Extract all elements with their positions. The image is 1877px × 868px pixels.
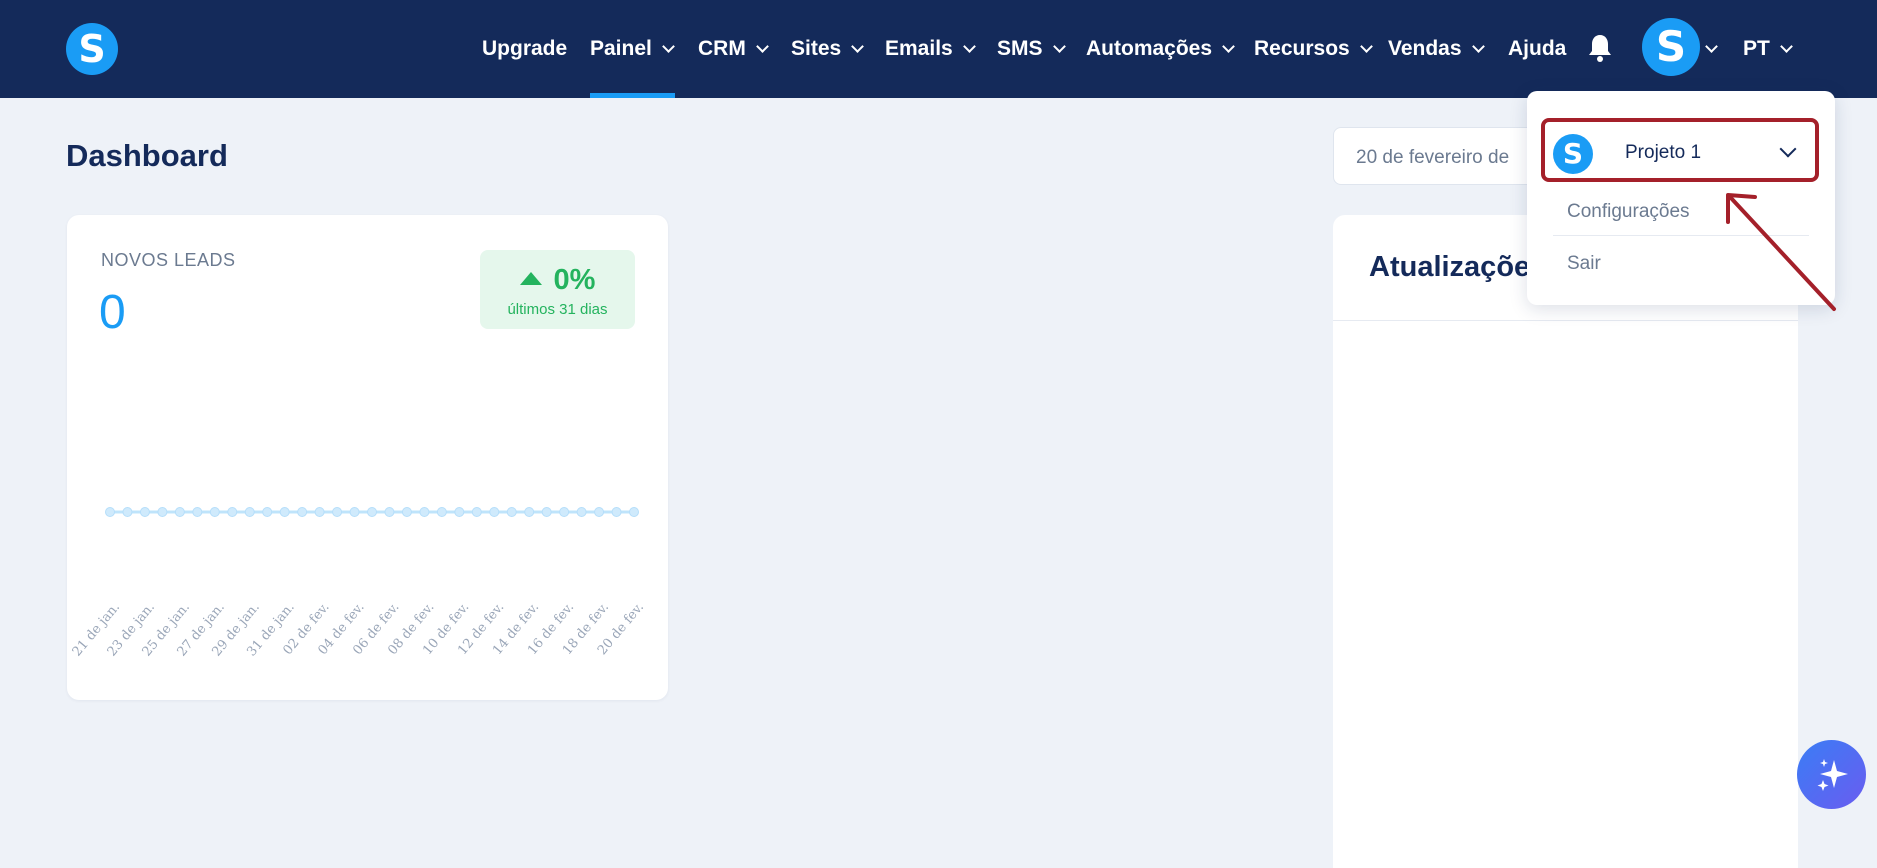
data-point[interactable]	[367, 507, 377, 517]
data-point[interactable]	[349, 507, 360, 517]
page-title: Dashboard	[66, 138, 228, 173]
data-point[interactable]	[262, 507, 273, 517]
nav-label: Painel	[590, 37, 652, 60]
data-point[interactable]	[436, 507, 447, 517]
new-leads-card: NOVOS LEADS 0 0% últimos 31 dias 21 de j…	[67, 215, 668, 700]
top-navigation-bar: S Upgrade Painel CRM Sites Emails SMS Au…	[0, 0, 1877, 98]
leads-line-chart: 21 de jan.23 de jan.25 de jan.27 de jan.…	[70, 507, 647, 659]
chevron-down-icon	[962, 39, 976, 53]
nav-label: Upgrade	[482, 37, 568, 60]
data-point[interactable]	[611, 507, 622, 517]
data-point[interactable]	[506, 507, 517, 517]
nav-label: Sites	[791, 37, 842, 60]
nav-sms[interactable]: SMS	[997, 0, 1066, 98]
data-point[interactable]	[192, 507, 203, 517]
date-range-text: 20 de fevereiro de	[1356, 147, 1510, 168]
data-point[interactable]	[541, 507, 552, 517]
chevron-down-icon	[851, 39, 865, 53]
highlight-box	[1541, 118, 1819, 182]
data-point[interactable]	[332, 507, 343, 517]
chevron-down-icon	[755, 39, 769, 53]
data-point[interactable]	[157, 507, 168, 517]
ai-assistant-button[interactable]	[1797, 740, 1866, 809]
nav-painel[interactable]: Painel	[590, 0, 675, 98]
data-point[interactable]	[576, 507, 587, 517]
nav-automacoes[interactable]: Automações	[1086, 0, 1235, 98]
data-point[interactable]	[471, 507, 482, 517]
data-point[interactable]	[629, 507, 639, 517]
nav-label: Vendas	[1388, 37, 1462, 60]
data-point[interactable]	[122, 507, 133, 517]
chevron-down-icon	[1052, 39, 1066, 53]
updates-title: Atualizações	[1369, 251, 1547, 283]
data-point[interactable]	[314, 507, 325, 517]
divider	[1333, 320, 1798, 321]
data-point[interactable]	[297, 507, 308, 517]
nav-vendas[interactable]: Vendas	[1388, 0, 1485, 98]
language-selector[interactable]: PT	[1743, 0, 1793, 98]
nav-crm[interactable]: CRM	[698, 0, 769, 98]
nav-upgrade[interactable]: Upgrade	[482, 0, 567, 98]
nav-label: CRM	[698, 37, 746, 60]
data-point[interactable]	[174, 507, 185, 517]
data-point[interactable]	[559, 507, 570, 517]
avatar-menu-toggle[interactable]	[1703, 0, 1718, 98]
data-point[interactable]	[594, 507, 605, 517]
chevron-down-icon	[1359, 39, 1373, 53]
chevron-down-icon	[662, 39, 675, 53]
data-point[interactable]	[139, 507, 150, 517]
menu-item-sair[interactable]: Sair	[1567, 253, 1601, 275]
nav-emails[interactable]: Emails	[885, 0, 976, 98]
nav-label: Ajuda	[1508, 37, 1567, 60]
account-dropdown-menu: S Projeto 1 Configurações Sair	[1527, 91, 1835, 305]
user-avatar[interactable]: S	[1642, 18, 1700, 76]
chevron-down-icon	[1779, 39, 1793, 53]
active-nav-indicator	[590, 93, 675, 98]
chevron-down-icon	[1222, 39, 1235, 53]
nav-label: Emails	[885, 37, 953, 60]
data-point[interactable]	[524, 507, 535, 517]
app-logo[interactable]: S	[66, 23, 118, 75]
nav-label: Automações	[1086, 37, 1213, 60]
data-point[interactable]	[384, 507, 395, 517]
data-point[interactable]	[401, 507, 412, 517]
data-point[interactable]	[454, 507, 465, 517]
nav-ajuda[interactable]: Ajuda	[1508, 0, 1566, 98]
language-label: PT	[1743, 37, 1770, 60]
data-point[interactable]	[279, 507, 290, 517]
menu-item-configuracoes[interactable]: Configurações	[1567, 201, 1690, 223]
chevron-down-icon	[1705, 39, 1718, 53]
bell-icon[interactable]	[1587, 33, 1613, 63]
sparkle-icon	[1817, 759, 1848, 791]
data-point[interactable]	[244, 507, 255, 517]
data-point[interactable]	[227, 507, 238, 517]
data-point[interactable]	[209, 507, 220, 517]
chevron-down-icon	[1471, 39, 1485, 53]
data-point[interactable]	[419, 507, 430, 517]
data-point[interactable]	[489, 507, 500, 517]
nav-recursos[interactable]: Recursos	[1254, 0, 1373, 98]
nav-label: SMS	[997, 37, 1043, 60]
divider	[1553, 235, 1809, 236]
nav-label: Recursos	[1254, 37, 1350, 60]
nav-sites[interactable]: Sites	[791, 0, 865, 98]
data-point[interactable]	[105, 507, 115, 517]
updates-card: Atualizações	[1333, 215, 1798, 868]
